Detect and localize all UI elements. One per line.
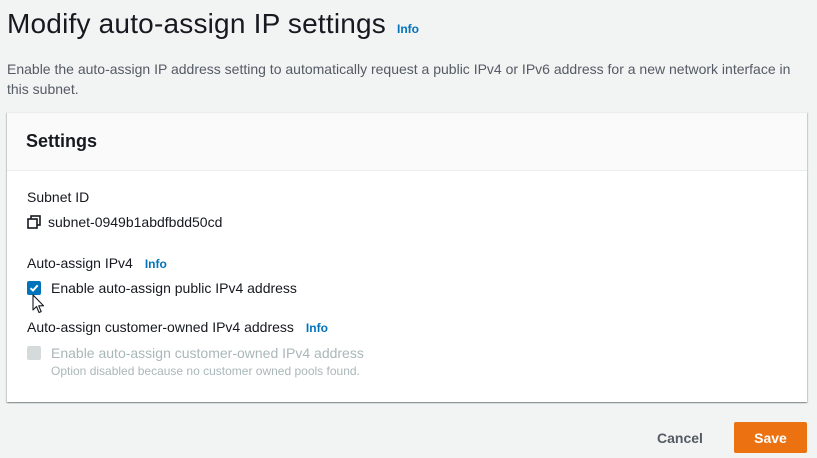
customer-owned-helper-text: Option disabled because no customer owne…	[51, 364, 360, 378]
page-title: Modify auto-assign IP settings	[7, 8, 387, 39]
subnet-id-label: Subnet ID	[27, 189, 89, 205]
auto-assign-ipv4-label-text: Auto-assign IPv4	[27, 255, 133, 271]
cancel-button[interactable]: Cancel	[646, 423, 714, 453]
subnet-id-label-text: Subnet ID	[27, 189, 90, 205]
customer-owned-checkbox-row: Enable auto-assign customer-owned IPv4 a…	[27, 345, 364, 361]
ipv4-checkbox-row[interactable]: Enable auto-assign public IPv4 address	[27, 280, 297, 296]
customer-owned-checkbox-label: Enable auto-assign customer-owned IPv4 a…	[51, 345, 364, 361]
customer-owned-info-link[interactable]: Info	[306, 321, 328, 335]
customer-owned-checkbox	[27, 346, 41, 360]
title-row: Modify auto-assign IP settings Info	[7, 8, 419, 40]
subnet-id-row: subnet-0949b1abdfbdd50cd	[27, 214, 222, 230]
settings-panel-title: Settings	[26, 131, 98, 151]
settings-panel-header: Settings	[7, 113, 807, 171]
page: Modify auto-assign IP settings Info Enab…	[0, 0, 817, 458]
checkmark-icon	[29, 284, 39, 292]
ipv4-checkbox[interactable]	[27, 281, 41, 295]
ipv4-checkbox-label[interactable]: Enable auto-assign public IPv4 address	[51, 280, 297, 296]
customer-owned-label-text: Auto-assign customer-owned IPv4 address	[27, 319, 294, 335]
title-info-link[interactable]: Info	[397, 22, 419, 36]
settings-panel: Settings Subnet ID subnet-0949b1abdfbdd5…	[7, 112, 807, 402]
customer-owned-label: Auto-assign customer-owned IPv4 address …	[27, 319, 328, 335]
subnet-id-value: subnet-0949b1abdfbdd50cd	[48, 214, 223, 230]
page-description: Enable the auto-assign IP address settin…	[7, 61, 791, 97]
copy-icon[interactable]	[27, 215, 41, 229]
ipv4-info-link[interactable]: Info	[145, 257, 167, 271]
auto-assign-ipv4-label: Auto-assign IPv4 Info	[27, 255, 167, 271]
save-button[interactable]: Save	[734, 422, 807, 453]
